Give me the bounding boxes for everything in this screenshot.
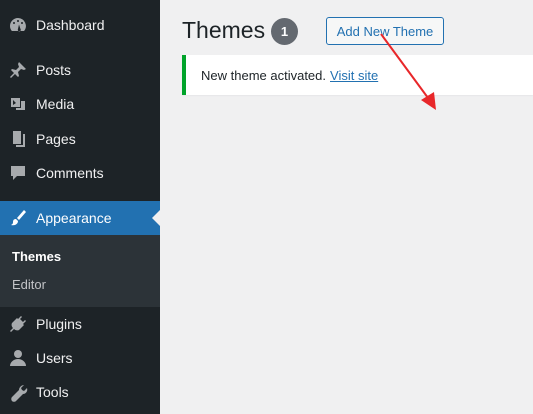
menu-item-users[interactable]: Users (0, 341, 160, 375)
menu-item-dashboard[interactable]: Dashboard (0, 8, 160, 42)
pages-icon (8, 129, 28, 149)
add-new-theme-button[interactable]: Add New Theme (326, 17, 444, 45)
menu-label: Appearance (36, 210, 112, 226)
pushpin-icon (8, 60, 28, 80)
submenu-item-themes[interactable]: Themes (12, 249, 61, 264)
visit-site-link[interactable]: Visit site (330, 68, 378, 83)
menu-item-media[interactable]: Media (0, 87, 160, 121)
media-icon (8, 94, 28, 114)
menu-item-comments[interactable]: Comments (0, 156, 160, 190)
menu-item-appearance[interactable]: Appearance (0, 201, 160, 235)
menu-label: Tools (36, 384, 69, 400)
notice-text: New theme activated. (201, 67, 327, 83)
menu-item-posts[interactable]: Posts (0, 53, 160, 87)
menu-label: Plugins (36, 316, 82, 332)
theme-count-badge: 1 (271, 18, 298, 45)
menu-label: Pages (36, 131, 76, 147)
user-icon (8, 348, 28, 368)
admin-sidebar: Dashboard Posts Media Pages Comments App… (0, 0, 160, 414)
comment-icon (8, 163, 28, 183)
plugin-icon (8, 314, 28, 334)
paintbrush-icon (8, 208, 28, 228)
menu-item-pages[interactable]: Pages (0, 122, 160, 156)
submenu-item-editor[interactable]: Editor (12, 277, 46, 292)
menu-label: Dashboard (36, 17, 105, 33)
menu-label: Comments (36, 165, 104, 181)
appearance-submenu: Themes Editor (0, 235, 160, 307)
wrench-icon (8, 382, 28, 402)
dashboard-icon (8, 15, 28, 35)
menu-label: Users (36, 350, 73, 366)
menu-item-plugins[interactable]: Plugins (0, 307, 160, 341)
menu-label: Media (36, 96, 75, 112)
page-title: Themes (182, 17, 266, 43)
success-notice: New theme activated. Visit site (182, 55, 533, 95)
menu-label: Posts (36, 62, 72, 78)
active-menu-pointer (152, 210, 160, 226)
menu-item-tools[interactable]: Tools (0, 375, 160, 409)
